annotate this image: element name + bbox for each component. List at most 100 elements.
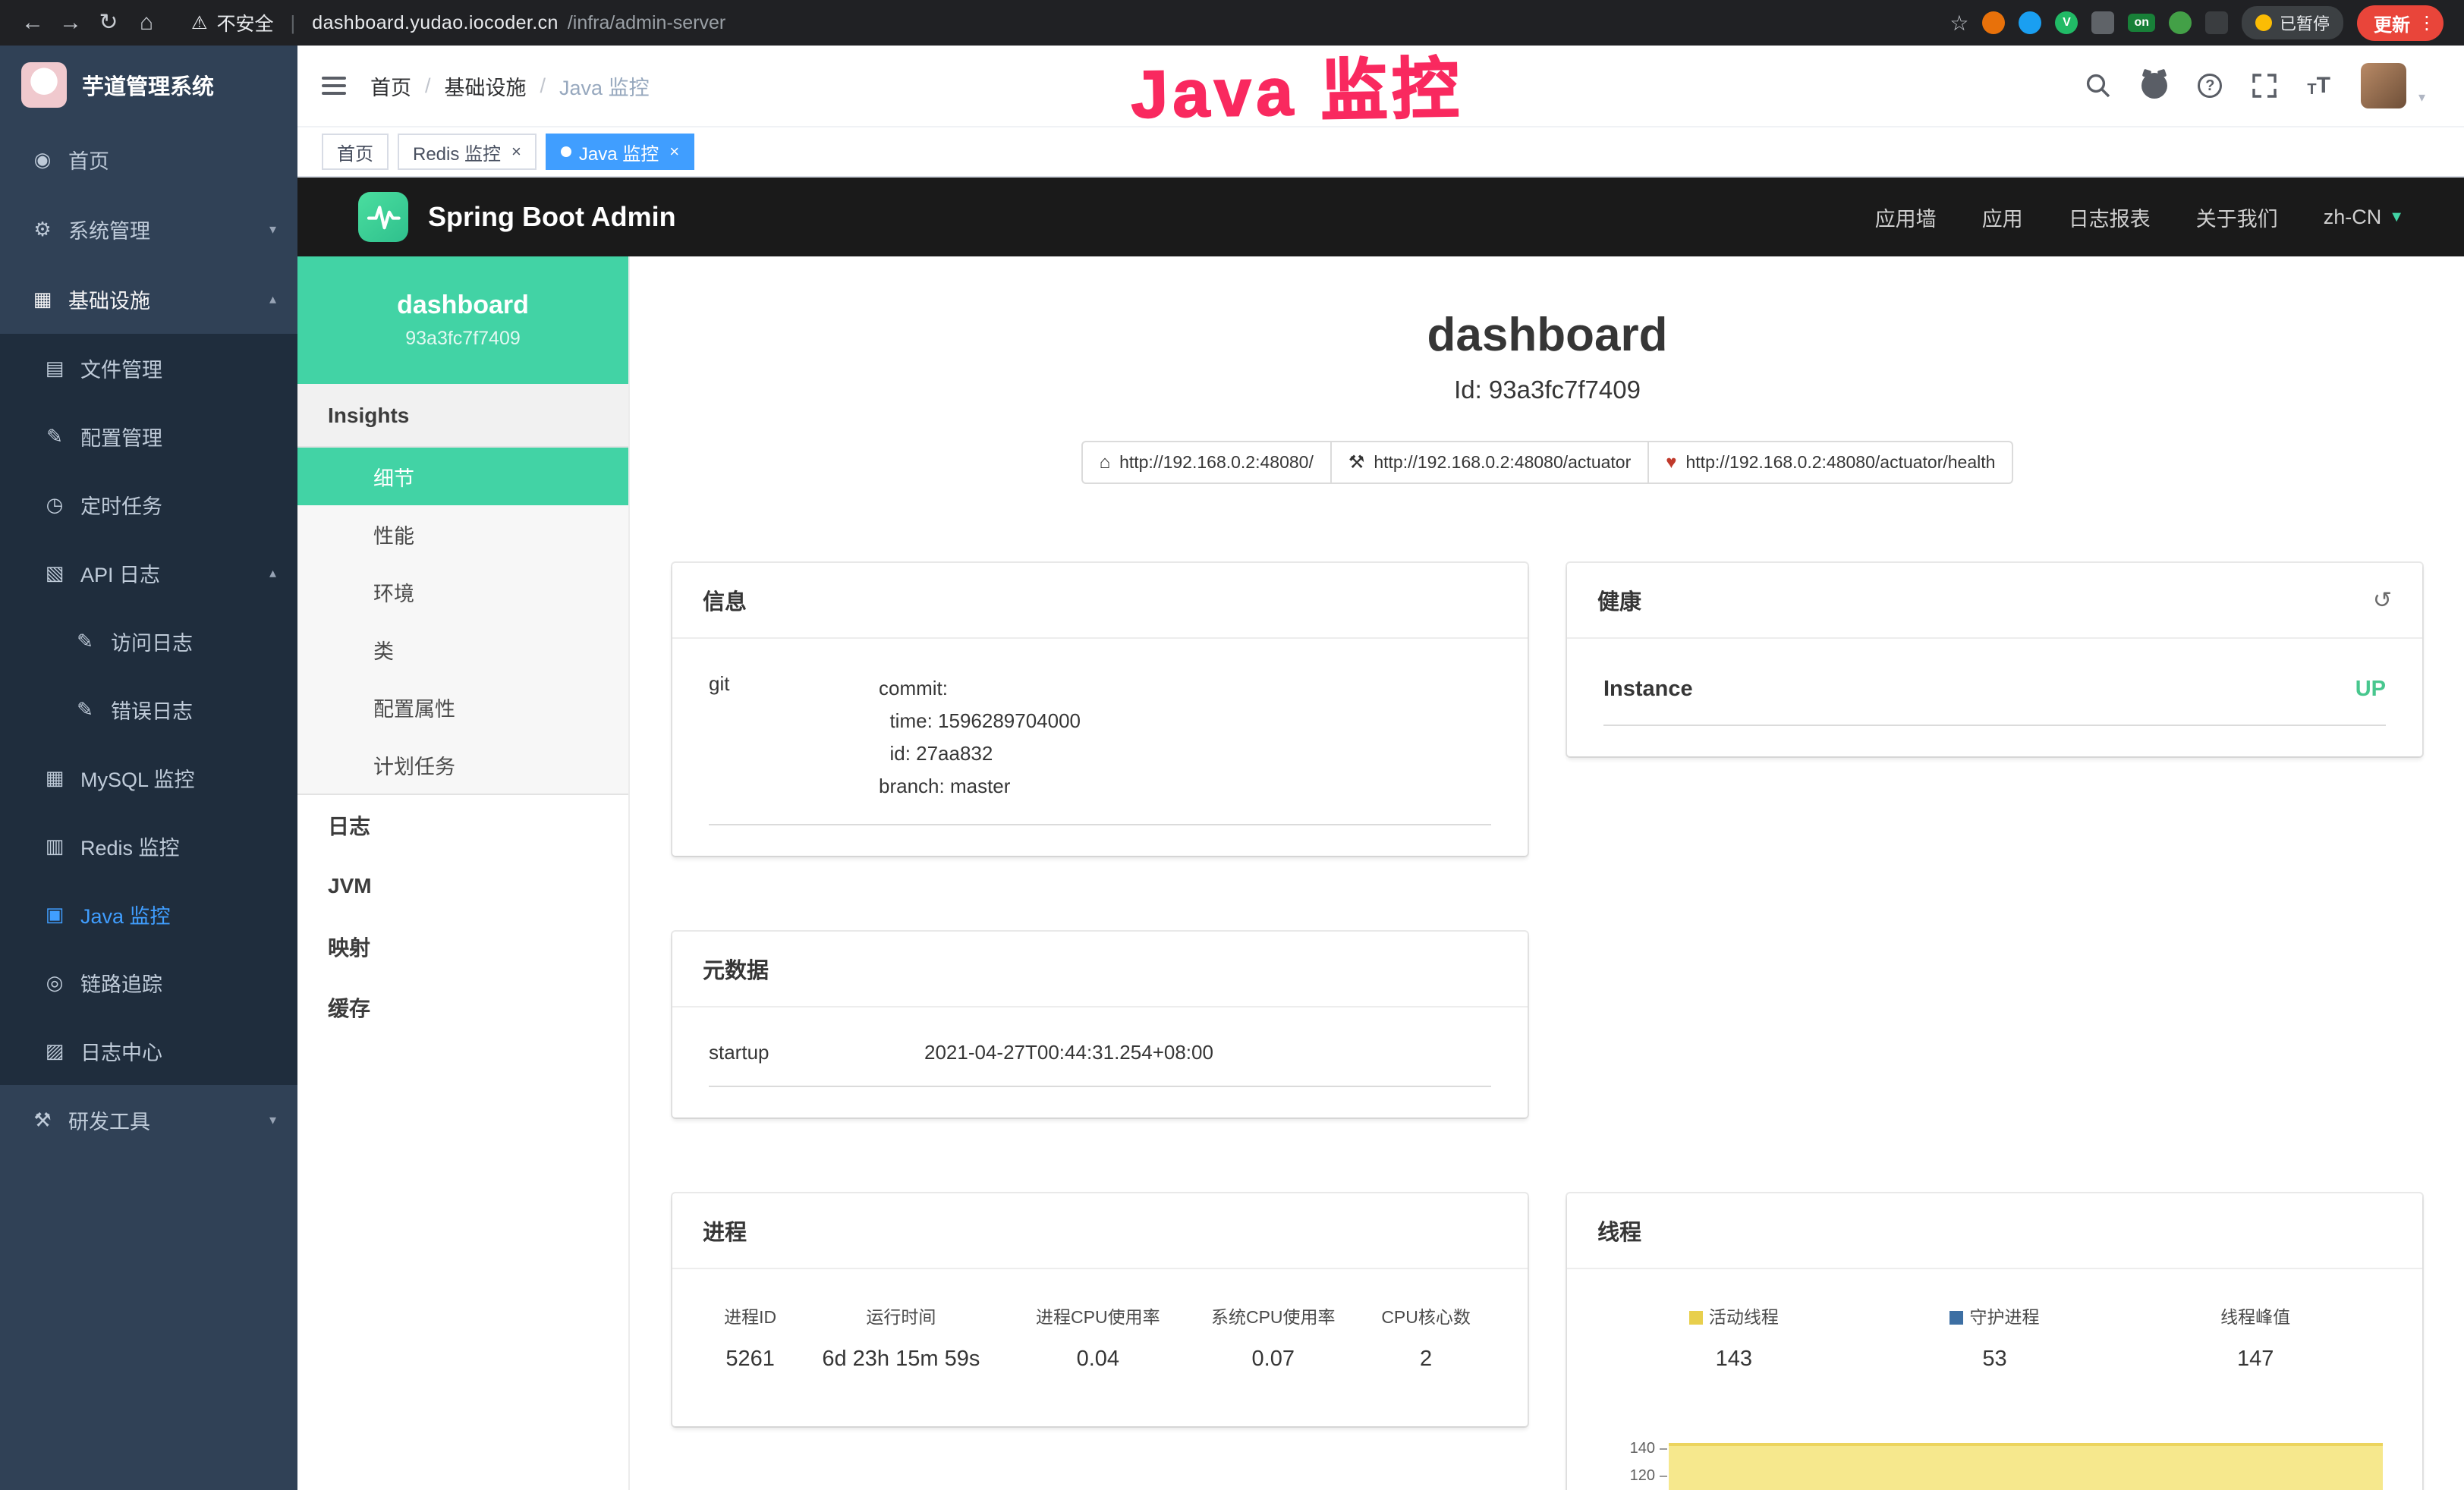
sidebar-item-infra[interactable]: ▦ 基础设施 ▴ (0, 264, 297, 334)
sidebar-item-home[interactable]: ◉ 首页 (0, 124, 297, 194)
database-icon: ▥ (42, 835, 67, 858)
forward-icon[interactable]: → (53, 0, 88, 46)
sidebar-item-files[interactable]: ▤ 文件管理 (0, 334, 297, 402)
url-host: dashboard.yudao.iocoder.cn (312, 12, 559, 34)
extension-green-icon[interactable] (2169, 11, 2192, 34)
paused-label: 已暂停 (2280, 11, 2330, 35)
back-icon[interactable]: ← (15, 0, 50, 46)
sba-menu-jvm[interactable]: JVM (297, 856, 628, 916)
breadcrumb-section[interactable]: 基础设施 (445, 71, 527, 101)
sidebar-item-log-center[interactable]: ▨ 日志中心 (0, 1017, 297, 1085)
app-title: 芋道管理系统 (82, 69, 214, 101)
threads-chart: 140 120 100 (1603, 1435, 2386, 1490)
sba-nav-journal[interactable]: 日志报表 (2069, 203, 2151, 232)
card-title: 信息 (703, 584, 747, 616)
search-icon[interactable] (2085, 73, 2111, 99)
table-icon: ▦ (42, 766, 67, 790)
sidebar-item-label: 日志中心 (80, 1036, 162, 1066)
sba-menu-details[interactable]: 细节 (297, 448, 628, 505)
warning-icon: ⚠ (191, 12, 208, 34)
extension-blue-icon[interactable] (2019, 11, 2041, 34)
sidebar-toggle-icon[interactable] (322, 77, 346, 95)
refresh-icon[interactable]: ↻ (91, 0, 126, 46)
sba-menu-classes[interactable]: 类 (297, 621, 628, 678)
card-title: 线程 (1597, 1215, 1641, 1246)
instance-link-actuator[interactable]: ⚒ http://192.168.0.2:48080/actuator (1330, 441, 1649, 484)
bookmark-star-icon[interactable]: ☆ (1949, 11, 1968, 36)
sba-nav-applications[interactable]: 应用 (1982, 203, 2023, 232)
browser-actions: ☆ V on 已暂停 更新 ⋮ (1949, 5, 2450, 41)
breadcrumb-current: Java 监控 (559, 71, 650, 101)
card-body: 进程ID 运行时间 进程CPU使用率 系统CPU使用率 CPU核心数 5261 … (672, 1269, 1528, 1426)
sba-menu-environment[interactable]: 环境 (297, 563, 628, 621)
extension-orange-icon[interactable] (1982, 11, 2005, 34)
close-icon[interactable]: × (669, 142, 679, 162)
sba-nav-about[interactable]: 关于我们 (2196, 203, 2278, 232)
home-icon[interactable]: ⌂ (129, 0, 164, 46)
info-key: git (709, 648, 879, 825)
app-shell: 芋道管理系统 ◉ 首页 ⚙ 系统管理 ▾ ▦ 基础设施 ▴ ▤ 文件管理 (0, 46, 2464, 1490)
tab-home[interactable]: 首页 (322, 134, 389, 170)
sba-header: Spring Boot Admin 应用墙 应用 日志报表 关于我们 zh-CN… (297, 178, 2464, 256)
fullscreen-icon[interactable] (2252, 74, 2277, 98)
sba-menu-scheduled-tasks[interactable]: 计划任务 (297, 736, 628, 794)
locale-select[interactable]: zh-CN ▼ (2324, 206, 2404, 229)
sba-content: dashboard Id: 93a3fc7f7409 ⌂ http://192.… (630, 256, 2464, 1490)
sidebar-item-system[interactable]: ⚙ 系统管理 ▾ (0, 194, 297, 264)
sidebar-item-devtools[interactable]: ⚒ 研发工具 ▾ (0, 1085, 297, 1155)
sba-menu-config-props[interactable]: 配置属性 (297, 678, 628, 736)
tab-java-monitor[interactable]: Java 监控 × (546, 134, 694, 170)
kebab-menu-icon[interactable]: ⋮ (2418, 12, 2436, 34)
font-size-icon[interactable]: TT (2307, 74, 2330, 97)
y-axis-tick: 120 (1603, 1463, 1667, 1490)
github-icon[interactable] (2141, 73, 2167, 99)
sba-menu-caches[interactable]: 缓存 (297, 977, 628, 1038)
instance-link-root[interactable]: ⌂ http://192.168.0.2:48080/ (1081, 441, 1332, 484)
metadata-value: 2021-04-27T00:44:31.254+08:00 (924, 1017, 1491, 1086)
app-sidebar: 芋道管理系统 ◉ 首页 ⚙ 系统管理 ▾ ▦ 基础设施 ▴ ▤ 文件管理 (0, 46, 297, 1490)
vue-devtools-icon[interactable]: V (2055, 11, 2078, 34)
avatar[interactable] (2361, 63, 2406, 108)
sidebar-item-java-monitor[interactable]: ▣ Java 监控 (0, 880, 297, 948)
update-button[interactable]: 更新 ⋮ (2357, 5, 2444, 41)
sidebar-item-api-log[interactable]: ▧ API 日志 ▴ (0, 539, 297, 607)
card-header: 进程 (672, 1193, 1528, 1269)
sidebar-item-error-log[interactable]: ✎ 错误日志 (0, 675, 297, 743)
sidebar-item-mysql[interactable]: ▦ MySQL 监控 (0, 743, 297, 812)
breadcrumb-home[interactable]: 首页 (370, 71, 411, 101)
card-title: 元数据 (703, 953, 769, 985)
sidebar-item-access-log[interactable]: ✎ 访问日志 (0, 607, 297, 675)
security-label: 不安全 (217, 9, 274, 36)
sba-sidebar: dashboard 93a3fc7f7409 Insights 细节 性能 环境… (297, 256, 630, 1490)
history-icon[interactable]: ↺ (2373, 587, 2392, 614)
sidebar-item-redis[interactable]: ▥ Redis 监控 (0, 812, 297, 880)
card-title: 健康 (1597, 584, 1641, 616)
sidebar-item-config[interactable]: ✎ 配置管理 (0, 402, 297, 470)
close-icon[interactable]: × (511, 142, 521, 162)
legend-yellow-swatch (1689, 1311, 1703, 1325)
sba-menu-performance[interactable]: 性能 (297, 505, 628, 563)
sba-menu-logs[interactable]: 日志 (297, 795, 628, 856)
omnibox[interactable]: ⚠ 不安全 | dashboard.yudao.iocoder.cn/infra… (191, 9, 725, 36)
help-icon[interactable]: ? (2198, 74, 2222, 98)
extension-grid-icon[interactable] (2091, 11, 2114, 34)
sba-menu-mappings[interactable]: 映射 (297, 916, 628, 977)
switch-on-badge[interactable]: on (2128, 14, 2155, 32)
card-header: 健康 ↺ (1567, 563, 2422, 639)
extension-dark-icon[interactable] (2205, 11, 2228, 34)
tools-icon: ⚒ (30, 1108, 55, 1132)
sba-nav-wallboard[interactable]: 应用墙 (1875, 203, 1937, 232)
sidebar-item-label: 系统管理 (68, 215, 150, 244)
sidebar-item-tracing[interactable]: ◎ 链路追踪 (0, 948, 297, 1017)
sidebar-item-jobs[interactable]: ◷ 定时任务 (0, 470, 297, 539)
header-actions: ? TT ▾ (2085, 63, 2425, 108)
instance-id-line: Id: 93a3fc7f7409 (630, 376, 2464, 404)
paused-badge[interactable]: 已暂停 (2242, 6, 2343, 39)
tab-redis[interactable]: Redis 监控 × (398, 134, 537, 170)
chevron-down-icon[interactable]: ▾ (2418, 90, 2425, 108)
tick-label: 120 (1630, 1467, 1655, 1485)
sba-menu-section-insights[interactable]: Insights (297, 384, 628, 448)
breadcrumb: 首页 / 基础设施 / Java 监控 (370, 71, 650, 101)
instance-link-health[interactable]: ♥ http://192.168.0.2:48080/actuator/heal… (1647, 441, 2013, 484)
table-header-row: 进程ID 运行时间 进程CPU使用率 系统CPU使用率 CPU核心数 (709, 1278, 1491, 1334)
